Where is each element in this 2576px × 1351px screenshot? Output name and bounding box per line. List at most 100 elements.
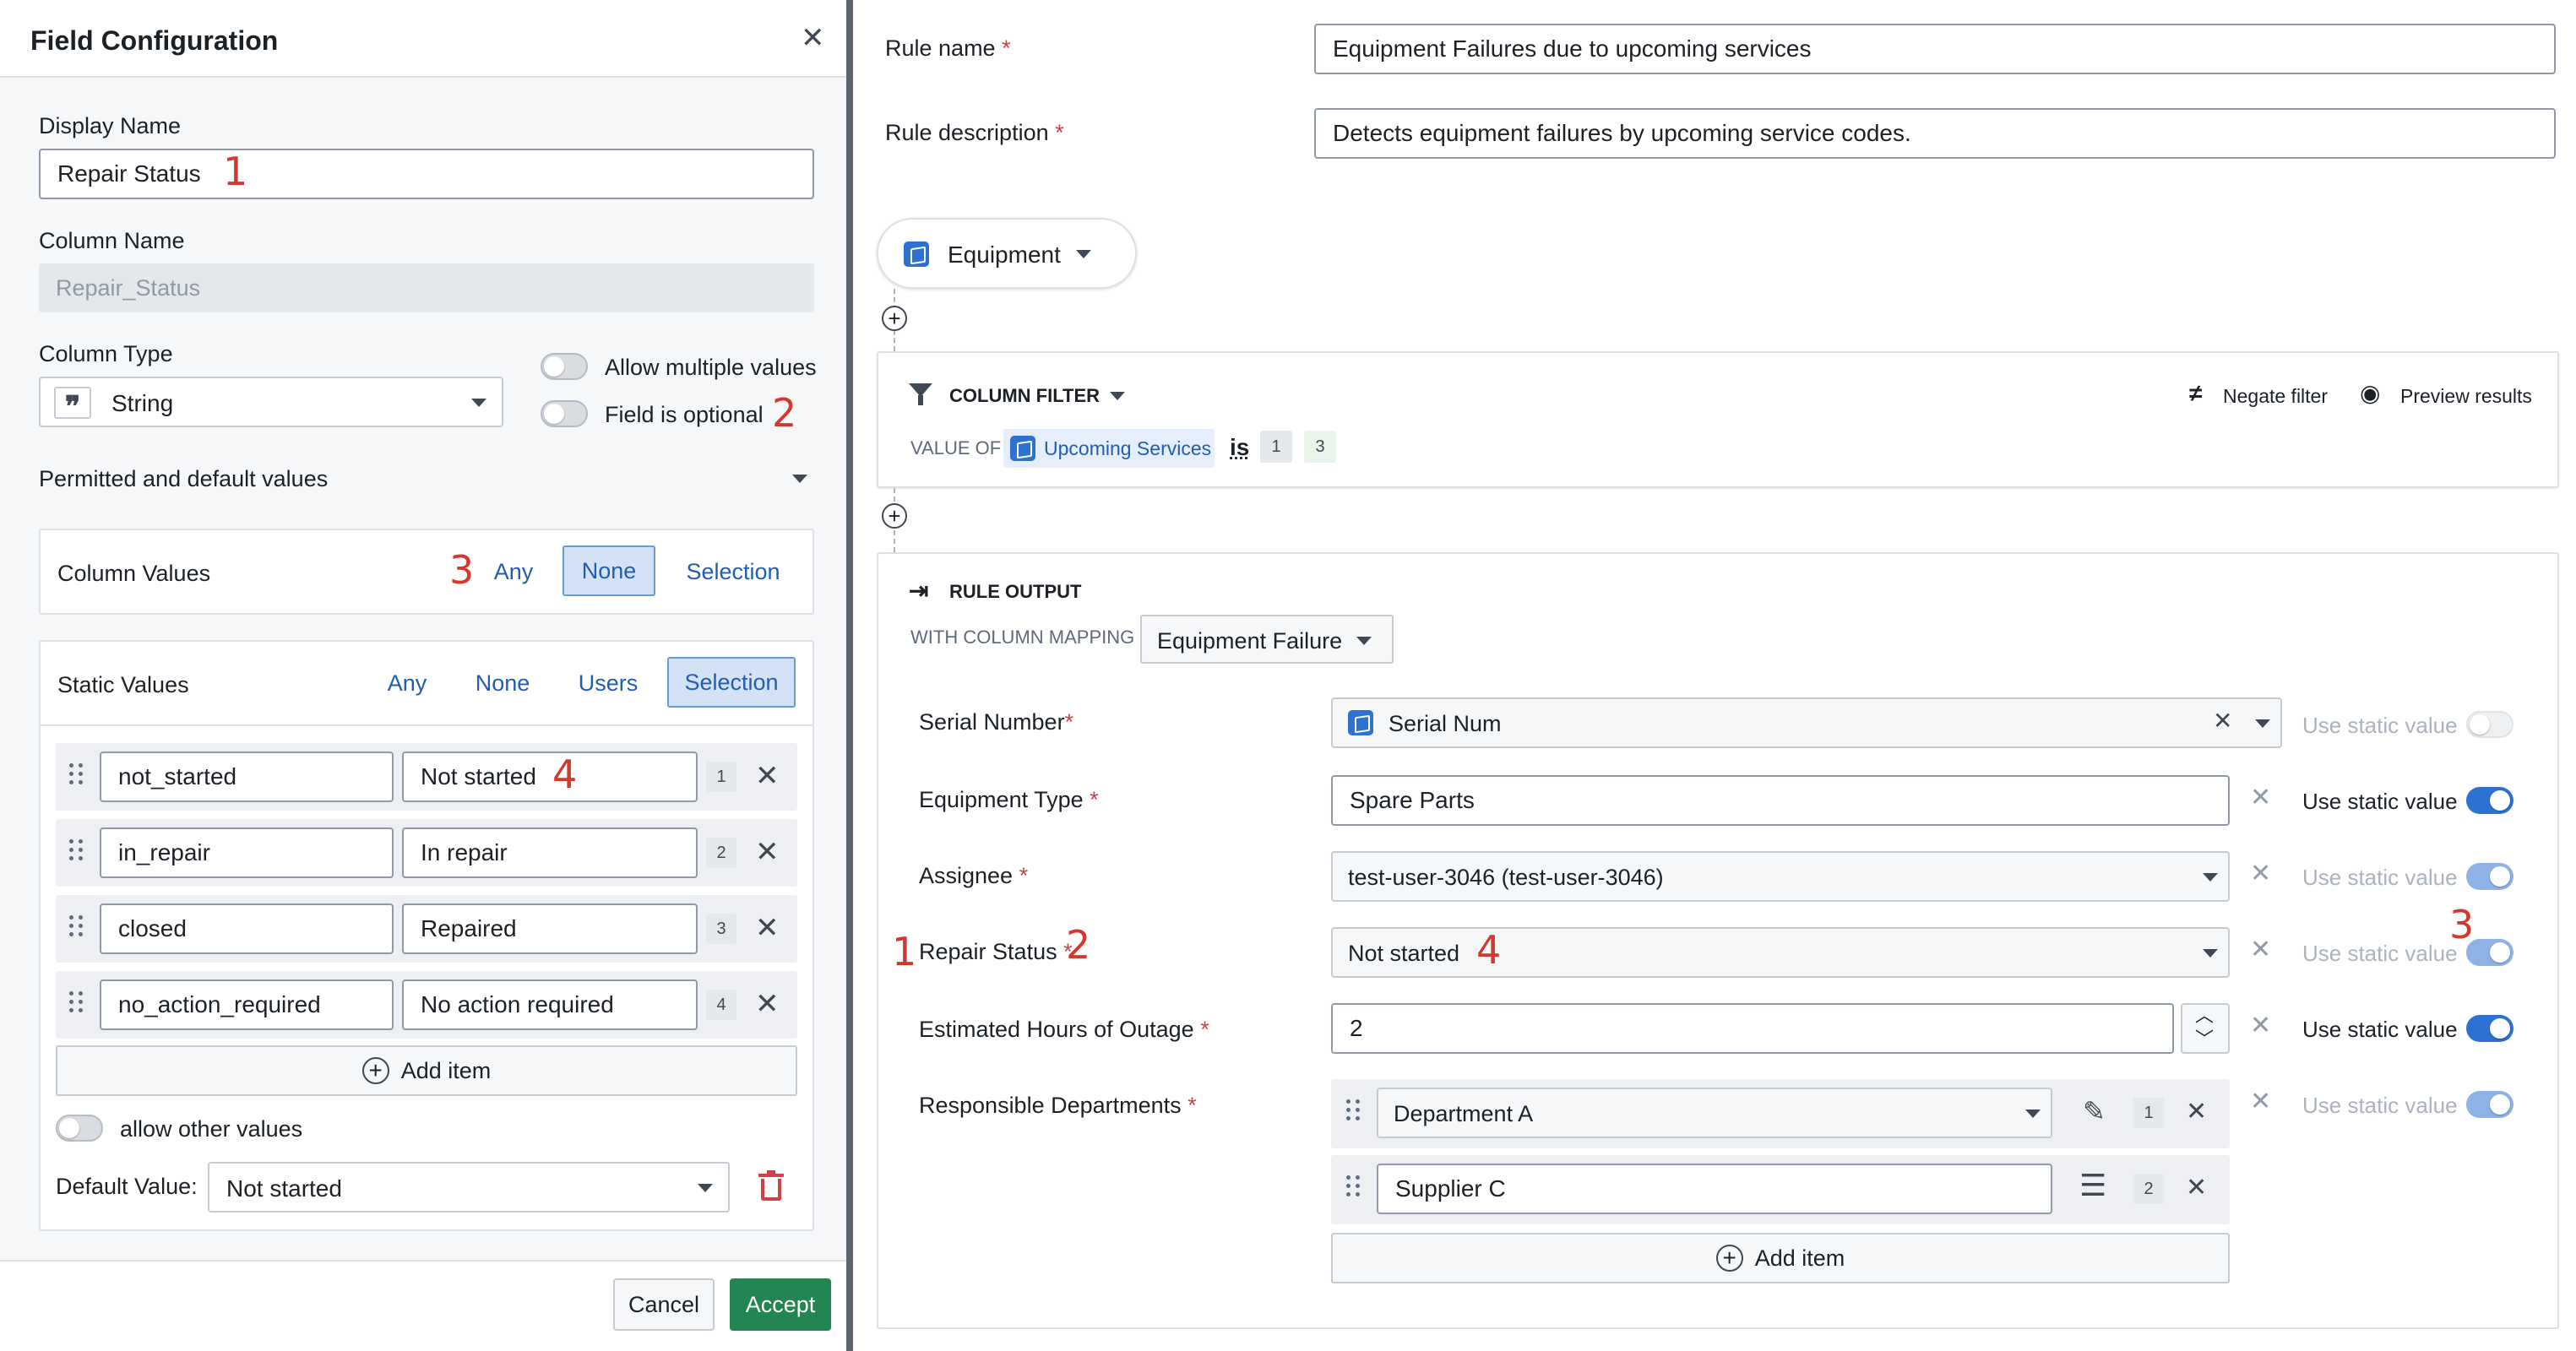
allow-multiple-toggle[interactable] <box>541 353 588 380</box>
static-value-display-input[interactable]: Repaired <box>402 903 698 954</box>
clear-icon[interactable]: ✕ <box>2250 861 2271 887</box>
rule-output-title: RULE OUTPUT <box>949 581 1082 602</box>
field-optional-toggle[interactable] <box>541 400 588 427</box>
column-type-label: Column Type <box>39 341 173 366</box>
remove-row-icon[interactable]: ✕ <box>755 762 780 790</box>
department-select[interactable]: Department A <box>1377 1088 2052 1138</box>
static-values-any[interactable]: Any <box>377 659 437 708</box>
remove-row-icon[interactable]: ✕ <box>2186 1175 2207 1201</box>
clear-icon[interactable]: ✕ <box>2213 709 2232 733</box>
chevron-down-icon[interactable] <box>792 475 807 483</box>
column-values-selection[interactable]: Selection <box>674 547 792 596</box>
row-index-badge: 3 <box>706 914 736 944</box>
add-department-button[interactable]: + Add item <box>1331 1233 2230 1283</box>
drag-handle-icon[interactable] <box>1346 1175 1361 1196</box>
drag-handle-icon[interactable] <box>69 991 84 1012</box>
chevron-down-icon <box>2025 1110 2041 1118</box>
value-of-label: VALUE OF <box>910 437 1002 458</box>
property-chip[interactable]: Upcoming Services <box>1003 429 1215 468</box>
clear-icon[interactable]: ✕ <box>2250 937 2271 963</box>
column-values-none[interactable]: None <box>562 545 655 596</box>
filter-operator[interactable]: is <box>1230 436 1249 459</box>
rule-description-input[interactable]: Detects equipment failures by upcoming s… <box>1314 108 2556 159</box>
department-input[interactable]: Supplier C <box>1377 1164 2052 1214</box>
static-value-toggle-assignee[interactable] <box>2466 863 2514 890</box>
allow-other-values-toggle[interactable] <box>56 1115 103 1142</box>
annotation-2-left: 2 <box>772 390 797 436</box>
use-static-label-equipment: Use static value <box>2302 789 2458 814</box>
static-value-key-input[interactable]: in_repair <box>100 827 394 878</box>
equipment-type-input[interactable]: Spare Parts <box>1331 775 2230 826</box>
dialog-title: Field Configuration <box>30 25 279 56</box>
static-value-key-input[interactable]: no_action_required <box>100 979 394 1030</box>
remove-row-icon[interactable]: ✕ <box>755 838 780 866</box>
filter-value-chip[interactable]: 1 <box>1260 431 1292 463</box>
static-value-display-input[interactable]: Not started <box>402 751 698 802</box>
drag-handle-icon[interactable] <box>69 763 84 784</box>
static-value-key-input[interactable]: not_started <box>100 751 394 802</box>
static-values-none[interactable]: None <box>465 659 541 708</box>
remove-row-icon[interactable]: ✕ <box>2186 1099 2207 1125</box>
annotation-2-right: 2 <box>1066 922 1091 968</box>
clear-icon[interactable]: ✕ <box>2250 1089 2271 1115</box>
static-value-toggle-repair[interactable] <box>2466 939 2514 966</box>
assignee-select[interactable]: test-user-3046 (test-user-3046) <box>1331 851 2230 902</box>
add-step-icon[interactable]: + <box>882 306 907 331</box>
estimated-hours-input[interactable]: 2 <box>1331 1003 2174 1054</box>
eye-icon[interactable]: ◉ <box>2360 382 2380 405</box>
add-circle-icon: + <box>361 1057 389 1084</box>
drag-handle-icon[interactable] <box>69 839 84 860</box>
property-cube-icon <box>1010 436 1035 461</box>
close-icon[interactable]: ✕ <box>801 24 825 52</box>
rule-name-input[interactable]: Equipment Failures due to upcoming servi… <box>1314 24 2556 74</box>
object-type-selector[interactable]: Equipment <box>877 218 1137 289</box>
annotation-4-right: 4 <box>1476 927 1502 973</box>
static-values-selection[interactable]: Selection <box>667 657 796 708</box>
add-step-icon[interactable]: + <box>882 503 907 529</box>
static-value-toggle-departments[interactable] <box>2466 1091 2514 1118</box>
clear-icon[interactable]: ✕ <box>2250 785 2271 811</box>
trash-icon[interactable] <box>758 1170 784 1201</box>
drag-handle-icon[interactable] <box>1346 1099 1361 1120</box>
annotation-3-right: 3 <box>2449 902 2475 947</box>
clear-icon[interactable]: ✕ <box>2250 1013 2271 1039</box>
negate-filter-button[interactable]: Negate filter <box>2223 387 2328 406</box>
permitted-values-header[interactable]: Permitted and default values <box>39 468 328 491</box>
cancel-button[interactable]: Cancel <box>613 1278 715 1331</box>
remove-row-icon[interactable]: ✕ <box>755 914 780 942</box>
filter-value-chip[interactable]: 3 <box>1304 431 1336 463</box>
column-values-label: Column Values <box>57 561 211 586</box>
default-value-select[interactable]: Not started <box>208 1162 730 1213</box>
negate-icon[interactable]: ≠ <box>2189 382 2202 405</box>
static-value-toggle-equipment[interactable] <box>2466 787 2514 814</box>
menu-icon[interactable]: ☰ <box>2079 1170 2106 1201</box>
output-arrow-icon: ⇥ <box>909 578 929 604</box>
column-filter-card: COLUMN FILTER ≠ Negate filter ◉ Preview … <box>877 351 2559 488</box>
use-static-label-departments: Use static value <box>2302 1093 2458 1118</box>
static-value-display-input[interactable]: In repair <box>402 827 698 878</box>
number-stepper[interactable]: ︿ ﹀ <box>2181 1003 2230 1054</box>
accept-button[interactable]: Accept <box>730 1278 831 1331</box>
static-value-key-input[interactable]: closed <box>100 903 394 954</box>
property-cube-icon <box>1348 710 1373 735</box>
repair-status-label: Repair Status * <box>919 939 1073 964</box>
chevron-down-icon[interactable]: ﹀ <box>2195 1030 2214 1049</box>
static-value-display-input[interactable]: No action required <box>402 979 698 1030</box>
remove-row-icon[interactable]: ✕ <box>755 990 780 1018</box>
column-mapping-select[interactable]: Equipment Failure <box>1140 615 1394 664</box>
column-type-select[interactable]: ❞ String <box>39 377 503 427</box>
chevron-down-icon[interactable] <box>1110 392 1125 400</box>
chevron-up-icon[interactable]: ︿ <box>2195 1006 2214 1025</box>
row-index-badge: 2 <box>2133 1174 2164 1204</box>
static-values-users[interactable]: Users <box>569 659 647 708</box>
rule-editor: Rule name * Equipment Failures due to up… <box>853 0 2576 1351</box>
repair-status-select[interactable]: Not started <box>1331 927 2230 978</box>
serial-number-select[interactable]: Serial Num ✕ <box>1331 697 2282 748</box>
static-value-toggle-hours[interactable] <box>2466 1015 2514 1042</box>
preview-results-button[interactable]: Preview results <box>2400 387 2532 406</box>
add-item-button[interactable]: + Add item <box>56 1045 797 1096</box>
display-name-input[interactable]: Repair Status <box>39 149 814 199</box>
edit-icon[interactable]: ✎ <box>2083 1098 2106 1125</box>
column-values-any[interactable]: Any <box>483 547 544 596</box>
drag-handle-icon[interactable] <box>69 915 84 936</box>
